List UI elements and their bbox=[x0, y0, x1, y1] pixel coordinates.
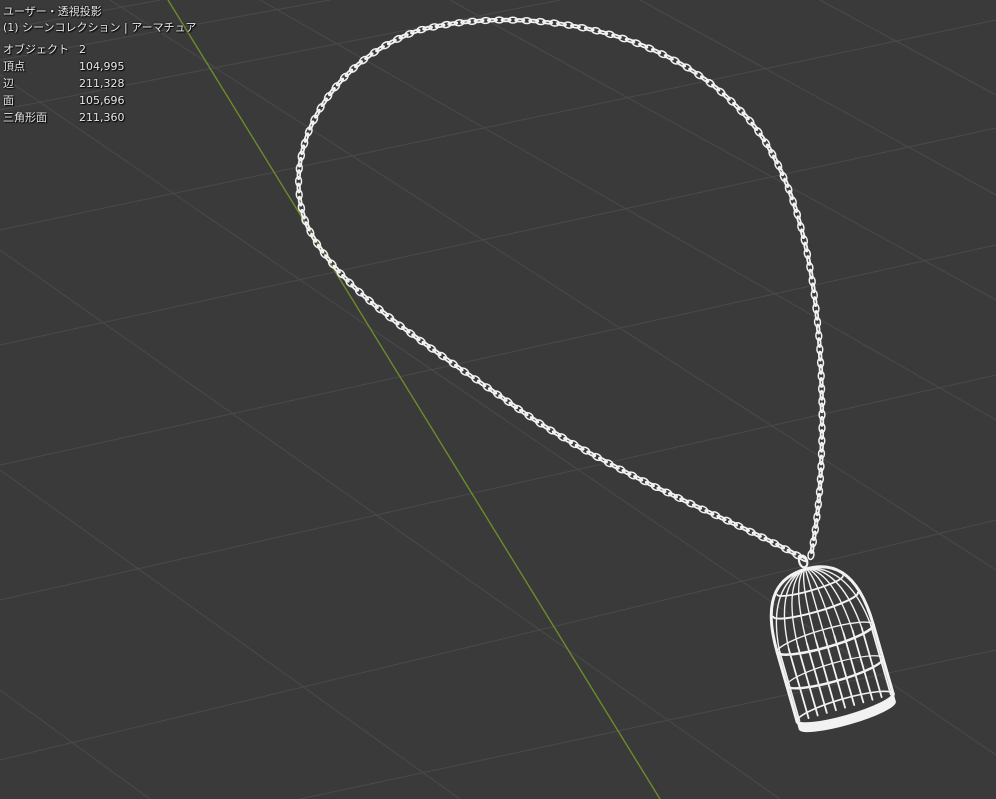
3d-viewport[interactable]: ユーザー・透視投影 (1) シーンコレクション | アーマチュア オブジェクト … bbox=[0, 0, 996, 799]
chain-link bbox=[817, 479, 823, 491]
stat-faces: 面 105,696 bbox=[3, 93, 196, 110]
stat-faces-label: 面 bbox=[3, 94, 14, 107]
stat-edges: 辺 211,328 bbox=[3, 76, 196, 93]
view-label: ユーザー・透視投影 bbox=[3, 5, 102, 18]
stat-triangles: 三角形面 211,360 bbox=[3, 110, 196, 127]
chain-link bbox=[345, 278, 355, 288]
stat-objects-value: 2 bbox=[79, 43, 86, 56]
chain-link bbox=[296, 169, 302, 181]
chain-link bbox=[819, 377, 824, 388]
chain-link bbox=[819, 415, 825, 427]
chain-link bbox=[819, 429, 825, 440]
chain-link bbox=[726, 96, 737, 106]
y-axis-line bbox=[167, 0, 661, 799]
stat-vertices: 頂点 104,995 bbox=[3, 59, 196, 76]
stat-triangles-value: 211,360 bbox=[79, 111, 125, 124]
chain-link bbox=[721, 92, 731, 101]
viewport-text-overlay: ユーザー・透視投影 (1) シーンコレクション | アーマチュア オブジェクト … bbox=[3, 4, 196, 127]
stat-objects: オブジェクト 2 bbox=[3, 42, 196, 59]
chain-link bbox=[711, 83, 721, 92]
scene-statistics: オブジェクト 2 頂点 104,995 辺 211,328 面 105,696 … bbox=[3, 42, 196, 127]
chain-link bbox=[818, 467, 823, 479]
chain-link bbox=[732, 101, 741, 111]
stat-edges-value: 211,328 bbox=[79, 77, 125, 90]
collection-label: (1) シーンコレクション | アーマチュア bbox=[3, 21, 197, 34]
chain-link bbox=[796, 215, 802, 226]
stat-objects-label: オブジェクト bbox=[3, 43, 69, 56]
chain-link bbox=[303, 132, 310, 143]
chain-link bbox=[741, 111, 750, 121]
chain-link bbox=[398, 33, 409, 40]
chain-link bbox=[339, 72, 349, 82]
chain-link bbox=[350, 283, 360, 292]
chain-link bbox=[348, 63, 359, 73]
chain-link bbox=[736, 106, 746, 116]
chain-link bbox=[500, 17, 512, 23]
chain-link bbox=[331, 82, 341, 92]
chain-link bbox=[410, 28, 421, 35]
chain-link bbox=[819, 441, 824, 453]
chain-link bbox=[679, 497, 690, 504]
chain-link bbox=[354, 287, 365, 297]
chain-link bbox=[818, 363, 824, 375]
birdcage-pendant[interactable] bbox=[753, 542, 897, 738]
stat-triangles-label: 三角形面 bbox=[3, 111, 47, 124]
chain-link bbox=[819, 454, 824, 466]
chain-link bbox=[819, 389, 824, 401]
stat-edges-label: 辺 bbox=[3, 77, 14, 90]
stat-vertices-label: 頂点 bbox=[3, 60, 25, 73]
stat-faces-value: 105,696 bbox=[79, 94, 125, 107]
chain-link bbox=[364, 296, 375, 306]
stat-vertices-value: 104,995 bbox=[79, 60, 125, 73]
chain-link bbox=[792, 202, 798, 213]
